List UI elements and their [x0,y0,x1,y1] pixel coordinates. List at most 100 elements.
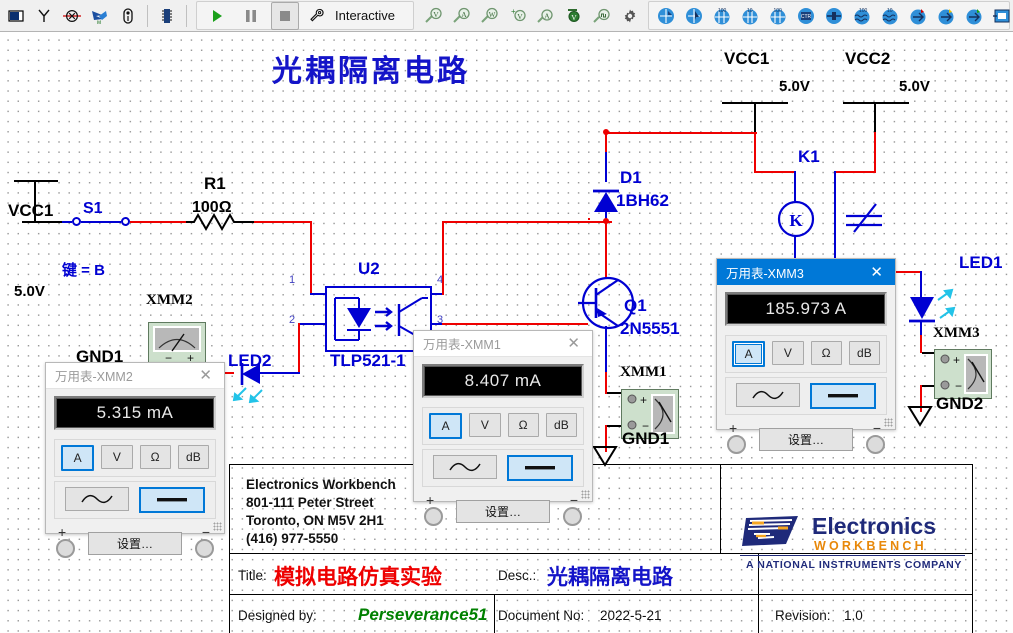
xmm1-footer: + 设置… − [422,492,584,528]
select-tool-icon[interactable] [680,2,708,30]
voltmeter-probe-icon[interactable]: V [420,2,448,30]
xmm3-terminal-plus[interactable] [727,435,746,454]
wire-led1-to-xmm3 [920,335,922,353]
xmm1-resize-grip[interactable] [581,490,590,499]
place-ttl-icon[interactable] [153,2,181,30]
xmm3-terminal-minus[interactable] [866,435,885,454]
place-connector-icon[interactable] [820,2,848,30]
s1-key-label: 键 = B [62,262,105,279]
wire-d1-top [605,132,757,134]
company-line-2: 801-111 Peter Street [246,495,374,510]
svg-text:100: 100 [859,8,868,14]
ewb-logo-icon: Electronics WORKBENCH A NATIONAL INSTRUM… [740,513,965,571]
gnd2-symbol[interactable] [907,405,935,429]
place-transistor-icon[interactable]: ᴍ [86,2,114,30]
hierarchical-block-icon[interactable] [988,2,1013,30]
place-bus-icon[interactable]: 100 [708,2,736,30]
xmm2-title: 万用表-XMM2 [55,370,133,384]
multimeter-window-xmm1[interactable]: 万用表-XMM1 ✕ 8.407 mA A V Ω dB + 设置… − [413,330,593,526]
xmm3-plus-label: + [729,420,738,436]
schematic-canvas[interactable]: 光耦隔离电路 VCC1 5.0V S1 键 = B R1 100Ω U2 TLP… [0,32,1013,633]
ac-sine-icon[interactable] [433,455,497,479]
add-voltage-probe-icon[interactable]: + V [504,2,532,30]
xmm3-resize-grip[interactable] [884,418,893,427]
ewb-tagline: A NATIONAL INSTRUMENTS COMPANY [746,559,962,571]
xmm3-mode-v[interactable]: V [772,341,804,365]
wire-s1-left [62,221,72,223]
xmm2-mode-ohm[interactable]: Ω [139,445,171,469]
dc-line-icon[interactable] [507,455,573,481]
settings-gear-icon[interactable] [616,2,644,30]
ammeter-probe-icon[interactable]: A [448,2,476,30]
xmm1-title-bar[interactable]: 万用表-XMM1 ✕ [414,331,592,357]
run-button[interactable] [203,2,231,30]
xmm1-mode-a[interactable]: A [429,413,463,439]
d1-part-label: 1BH62 [616,191,669,210]
xmm2-title-bar[interactable]: 万用表-XMM2 ✕ [46,363,224,389]
u2-pin1-number: 1 [289,274,296,286]
in-use-list-icon[interactable] [652,2,680,30]
place-basic-icon[interactable] [30,2,58,30]
place-forward-yellow-icon[interactable] [932,2,960,30]
xmm3-mode-buttons: A V Ω dB [725,335,887,373]
place-diode-icon[interactable] [58,2,86,30]
close-icon[interactable]: ✕ [864,265,889,280]
xmm2-terminal-minus[interactable] [195,539,214,558]
dc-line-icon[interactable] [139,487,205,513]
k1-contact-symbol[interactable] [842,198,890,242]
place-bus3-icon[interactable]: 100 [764,2,792,30]
xmm2-settings-button[interactable]: 设置… [88,532,182,555]
ac-sine-icon[interactable] [736,383,800,407]
dc-line-icon[interactable] [810,383,876,409]
xmm2-resize-grip[interactable] [213,522,222,531]
ac-sine-icon[interactable] [65,487,129,511]
stop-button[interactable] [271,1,299,30]
place-forward-green-icon[interactable] [960,2,988,30]
place-analog-ic-icon[interactable]: 100 [848,2,876,30]
xmm2-mode-v[interactable]: V [101,445,133,469]
xmm1-terminal-plus[interactable] [424,507,443,526]
dc-voltage-probe-icon[interactable]: V [560,2,588,30]
close-icon[interactable]: ✕ [193,368,218,383]
k1-coil-symbol[interactable]: K [775,198,817,240]
pause-button[interactable] [237,2,265,30]
wrench-icon[interactable] [303,2,331,30]
multimeter-window-xmm3[interactable]: 万用表-XMM3 ✕ 185.973 A A V Ω dB + 设置… − [716,258,896,454]
close-icon[interactable]: ✕ [561,336,586,351]
xmm3-title-bar[interactable]: 万用表-XMM3 ✕ [717,259,895,285]
xmm1-body: 8.407 mA A V Ω dB + 设置… − [414,357,592,534]
xmm3-mode-a[interactable]: A [732,341,766,367]
xmm3-mode-ohm[interactable]: Ω [810,341,842,365]
wire-vcc1-to-k1 [754,132,756,172]
company-line-1: Electronics Workbench [246,477,396,492]
pulse-probe-icon[interactable] [588,2,616,30]
s1-terminal-right[interactable] [121,217,130,226]
xmm1-mode-ohm[interactable]: Ω [507,413,539,437]
add-current-probe-icon[interactable]: A [532,2,560,30]
title-value: 模拟电路仿真实验 [274,565,442,589]
xmm2-signal-buttons [54,481,216,519]
place-analog-ic2-icon[interactable]: 10 [876,2,904,30]
wattmeter-probe-icon[interactable]: W [476,2,504,30]
s1-label: S1 [83,200,103,217]
xmm3-settings-button[interactable]: 设置… [759,428,853,451]
svg-text:V: V [433,10,439,19]
xmm1-terminal-minus[interactable] [563,507,582,526]
wire-d1-top-drop [605,132,607,154]
xmm3-mode-db[interactable]: dB [848,341,880,365]
place-forward-icon[interactable] [904,2,932,30]
multimeter-window-xmm2[interactable]: 万用表-XMM2 ✕ 5.315 mA A V Ω dB + 设置… − [45,362,225,558]
xmm2-mode-db[interactable]: dB [177,445,209,469]
xmm1-mode-v[interactable]: V [469,413,501,437]
xmm1-minus-label: − [569,492,578,508]
place-bus2-icon[interactable]: 10 [736,2,764,30]
place-source-icon[interactable] [2,2,30,30]
wire-vcc2-to-k1 [874,132,876,172]
s1-terminal-left[interactable] [72,217,81,226]
xmm2-mode-a[interactable]: A [61,445,95,471]
xmm2-terminal-plus[interactable] [56,539,75,558]
xmm1-settings-button[interactable]: 设置… [456,500,550,523]
place-analog-icon[interactable] [114,2,142,30]
xmm1-mode-db[interactable]: dB [545,413,577,437]
place-ic-icon[interactable]: CTR [792,2,820,30]
